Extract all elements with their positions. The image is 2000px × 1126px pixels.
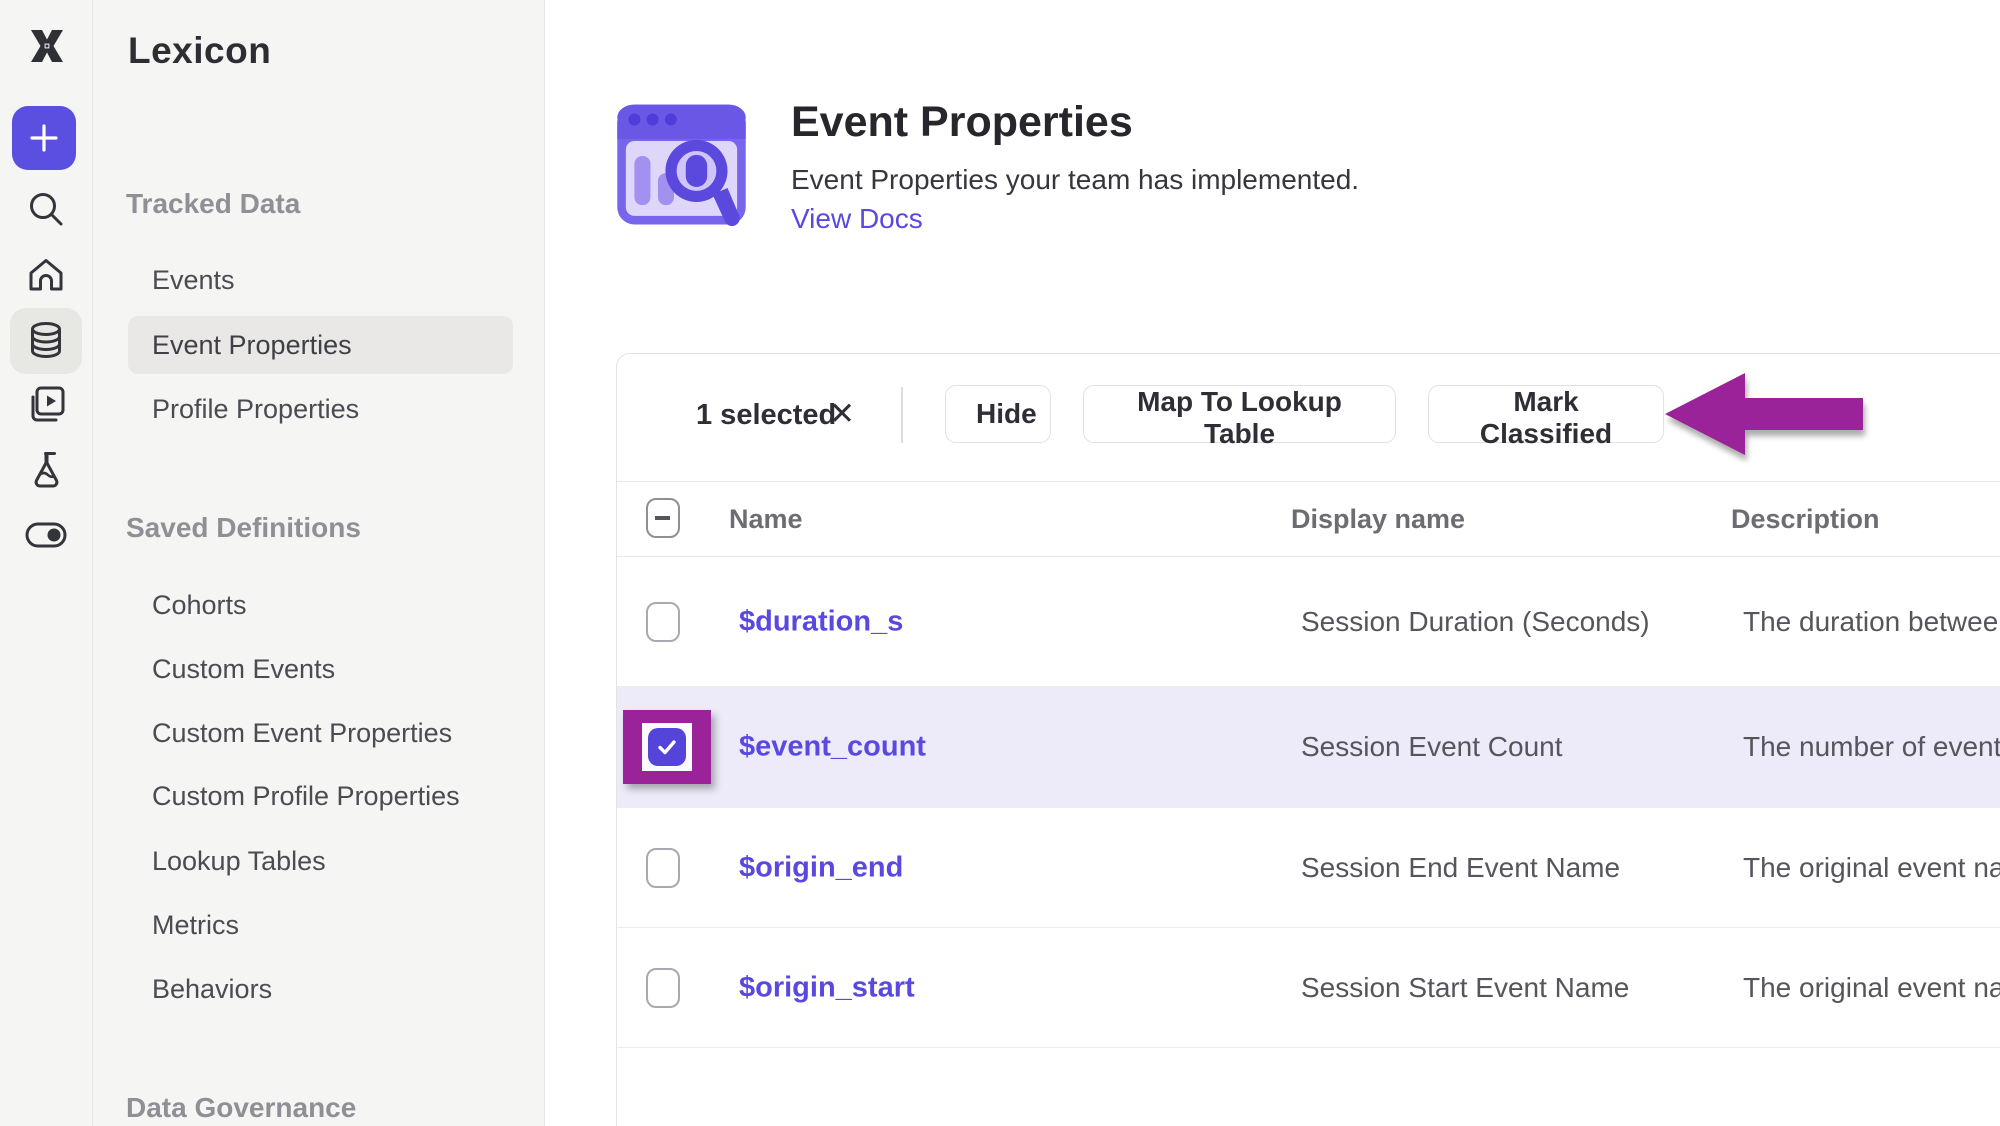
experiments-flask-icon[interactable] — [23, 446, 69, 492]
display-name-cell: Session End Event Name — [1301, 852, 1620, 884]
table-row[interactable]: $duration_s Session Duration (Seconds) T… — [617, 557, 2000, 687]
section-data-governance: Data Governance — [126, 1092, 356, 1124]
sidebar-item-events[interactable]: Events — [152, 265, 235, 296]
sidebar-title: Lexicon — [128, 30, 271, 72]
event-properties-table-card: 1 selected ✕ Hide Map To Lookup Table Ma… — [616, 353, 2000, 1126]
view-docs-link[interactable]: View Docs — [791, 203, 923, 235]
page-title: Event Properties — [791, 98, 1133, 147]
event-properties-page-icon — [613, 96, 750, 233]
mark-classified-button[interactable]: Mark Classified — [1428, 385, 1664, 443]
property-name-link[interactable]: $origin_start — [739, 971, 915, 1004]
row-checkbox[interactable] — [646, 968, 680, 1008]
row-checkbox[interactable] — [646, 602, 680, 642]
column-header-name: Name — [729, 504, 803, 535]
display-name-cell: Session Start Event Name — [1301, 972, 1629, 1004]
search-icon[interactable] — [23, 186, 69, 232]
sidebar-item-behaviors[interactable]: Behaviors — [152, 974, 272, 1005]
column-header-display-name: Display name — [1291, 504, 1465, 535]
toolbar-divider — [901, 387, 903, 443]
column-header-description: Description — [1731, 504, 1880, 535]
sidebar-item-custom-events[interactable]: Custom Events — [152, 654, 335, 685]
annotation-arrow-icon — [1663, 368, 1865, 462]
description-cell: The original event nam — [1743, 972, 2000, 1004]
sidebar-item-custom-profile-properties[interactable]: Custom Profile Properties — [152, 781, 460, 812]
map-to-lookup-table-button[interactable]: Map To Lookup Table — [1083, 385, 1396, 443]
sidebar-item-profile-properties[interactable]: Profile Properties — [152, 394, 359, 425]
row-checkbox-checked[interactable] — [648, 728, 686, 766]
database-icon — [23, 318, 69, 364]
select-all-checkbox[interactable] — [646, 498, 680, 538]
display-name-cell: Session Duration (Seconds) — [1301, 606, 1650, 638]
clear-selection-icon[interactable]: ✕ — [829, 396, 855, 432]
check-icon — [655, 735, 679, 759]
sidebar-item-cohorts[interactable]: Cohorts — [152, 590, 247, 621]
hide-button[interactable]: Hide — [945, 385, 1051, 443]
row-checkbox[interactable] — [646, 848, 680, 888]
lexicon-app: Lexicon Tracked Data Events Event Proper… — [0, 0, 2000, 1126]
feature-flags-toggle-icon[interactable] — [23, 512, 69, 558]
section-saved-definitions: Saved Definitions — [126, 512, 361, 544]
section-tracked-data: Tracked Data — [126, 188, 300, 220]
sidebar-item-metrics[interactable]: Metrics — [152, 910, 239, 941]
property-name-link[interactable]: $duration_s — [739, 605, 903, 638]
page-subtitle: Event Properties your team has implement… — [791, 164, 1359, 196]
table-row-selected[interactable]: $event_count Session Event Count The num… — [617, 687, 2000, 808]
display-name-cell: Session Event Count — [1301, 731, 1563, 763]
annotation-highlight-box — [623, 710, 711, 784]
plus-icon — [27, 121, 61, 155]
sidebar-item-event-properties-selected[interactable]: Event Properties — [128, 316, 513, 374]
selection-toolbar: 1 selected ✕ Hide Map To Lookup Table Ma… — [617, 354, 2000, 482]
sidebar-item-label: Event Properties — [152, 330, 352, 361]
description-cell: The number of events — [1743, 731, 2000, 763]
sidebar-item-lookup-tables[interactable]: Lookup Tables — [152, 846, 326, 877]
table-row[interactable]: $origin_end Session End Event Name The o… — [617, 808, 2000, 928]
icon-rail — [0, 0, 93, 1126]
description-cell: The duration between — [1743, 606, 2000, 638]
mixpanel-logo-icon[interactable] — [23, 22, 71, 70]
lexicon-sidebar: Lexicon Tracked Data Events Event Proper… — [93, 0, 545, 1126]
property-name-link[interactable]: $event_count — [739, 731, 926, 764]
create-new-button[interactable] — [12, 106, 76, 170]
table-header-row: Name Display name Description — [617, 482, 2000, 557]
home-icon[interactable] — [23, 252, 69, 298]
selected-count-label: 1 selected — [696, 399, 836, 432]
data-management-nav-active[interactable] — [10, 308, 82, 374]
sidebar-item-custom-event-properties[interactable]: Custom Event Properties — [152, 718, 452, 749]
table-row[interactable]: $origin_start Session Start Event Name T… — [617, 928, 2000, 1048]
description-cell: The original event nam — [1743, 852, 2000, 884]
property-name-link[interactable]: $origin_end — [739, 851, 903, 884]
boards-icon[interactable] — [23, 381, 69, 427]
